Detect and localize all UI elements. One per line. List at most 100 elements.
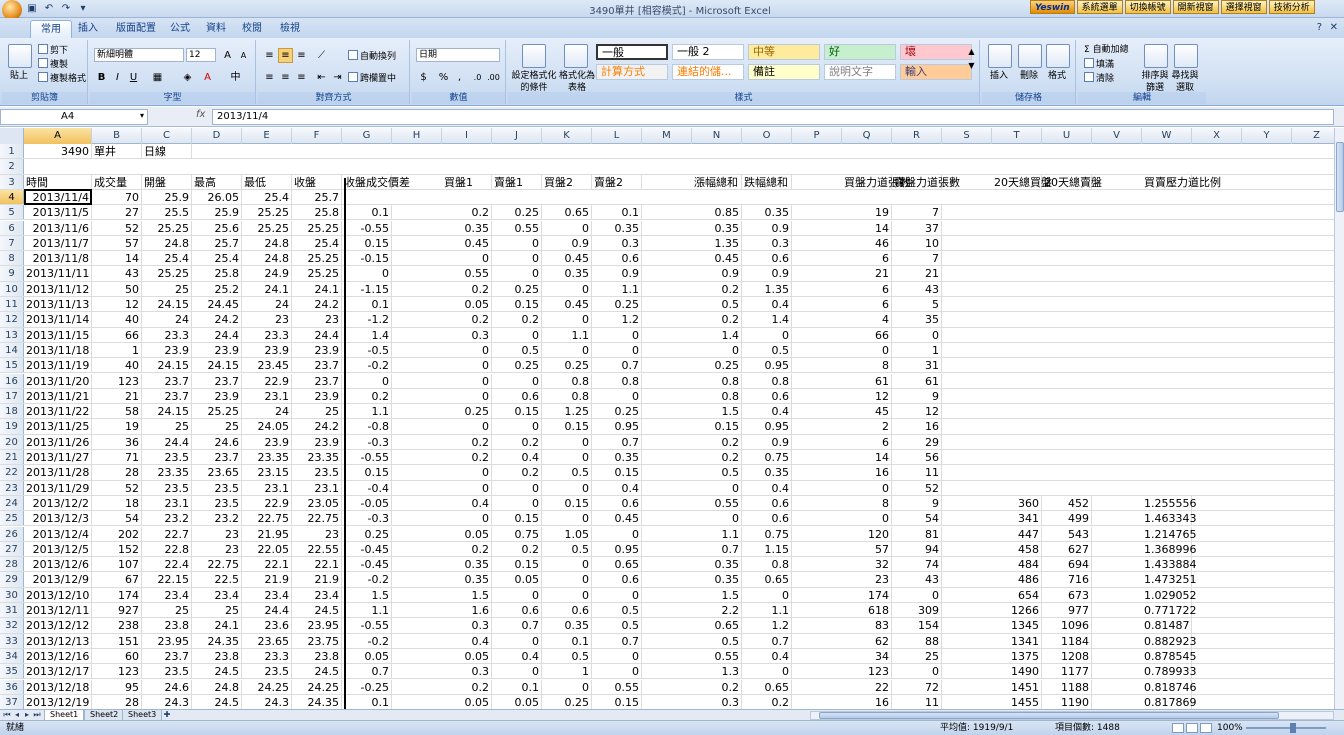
cell-i28[interactable]: 0.35 <box>442 557 492 572</box>
cell-l8[interactable]: 0.6 <box>592 251 642 266</box>
cell-q19[interactable]: 2 <box>842 419 892 434</box>
cell-w29[interactable]: 1.473251 <box>1142 572 1197 587</box>
phonetic-icon[interactable]: 中 <box>228 70 243 85</box>
cell-style-7[interactable]: 備註 <box>748 64 820 80</box>
format-cells-button[interactable]: 格式 <box>1048 70 1066 82</box>
cell-o27[interactable]: 1.15 <box>742 541 792 557</box>
row-header[interactable]: 28 <box>0 557 24 572</box>
cell-g17[interactable]: 0.2 <box>342 388 392 404</box>
cell-c29[interactable]: 22.15 <box>142 572 192 587</box>
cell-t25[interactable]: 341 <box>992 511 1042 526</box>
cell-f14[interactable]: 23.9 <box>292 342 342 358</box>
cell-r27[interactable]: 94 <box>892 541 942 557</box>
cell-j33[interactable]: 0 <box>492 633 542 648</box>
cell-i6[interactable]: 0.35 <box>442 220 492 235</box>
cell-u31[interactable]: 977 <box>1042 603 1092 618</box>
office-button[interactable] <box>2 0 22 20</box>
cell-e28[interactable]: 22.1 <box>242 557 292 572</box>
align-center-icon[interactable]: ≡ <box>278 70 293 85</box>
cell-d3[interactable]: 最高 <box>192 174 242 189</box>
column-header-b[interactable]: B <box>92 128 142 144</box>
row-header[interactable]: 2 <box>0 159 24 174</box>
cell-b31[interactable]: 927 <box>92 603 142 618</box>
cell-c23[interactable]: 23.5 <box>142 480 192 495</box>
cell-e11[interactable]: 24 <box>242 297 292 312</box>
cell-d4[interactable]: 26.05 <box>192 189 242 205</box>
cell-a19[interactable]: 2013/11/25 <box>24 419 92 434</box>
cell-e35[interactable]: 23.5 <box>242 664 292 679</box>
fill-button[interactable]: 填滿 <box>1084 58 1114 71</box>
cell-g22[interactable]: 0.15 <box>342 465 392 480</box>
row-header[interactable]: 34 <box>0 648 24 664</box>
cell-a33[interactable]: 2013/12/13 <box>24 633 92 648</box>
tab-formulas[interactable]: 公式 <box>160 20 200 38</box>
row-header[interactable]: 24 <box>0 495 24 511</box>
zoom-slider-knob[interactable] <box>1290 723 1296 733</box>
cell-k28[interactable]: 0 <box>542 557 592 572</box>
cell-j34[interactable]: 0.4 <box>492 648 542 664</box>
cell-l30[interactable]: 0 <box>592 587 642 602</box>
cell-j28[interactable]: 0.15 <box>492 557 542 572</box>
cell-g37[interactable]: 0.1 <box>342 694 392 709</box>
cell-c30[interactable]: 23.4 <box>142 587 192 602</box>
cell-e15[interactable]: 23.45 <box>242 358 292 373</box>
cell-t34[interactable]: 1375 <box>992 648 1042 664</box>
cell-q32[interactable]: 83 <box>842 618 892 633</box>
column-header-g[interactable]: G <box>342 128 392 144</box>
cell-j10[interactable]: 0.25 <box>492 281 542 296</box>
cell-j12[interactable]: 0.2 <box>492 312 542 327</box>
column-header-n[interactable]: N <box>692 128 742 144</box>
cell-b1[interactable]: 單井 <box>92 144 142 159</box>
cell-u37[interactable]: 1190 <box>1042 694 1092 709</box>
cell-i19[interactable]: 0 <box>442 419 492 434</box>
cell-c19[interactable]: 25 <box>142 419 192 434</box>
cell-k20[interactable]: 0 <box>542 434 592 449</box>
cell-n14[interactable]: 0 <box>692 342 742 358</box>
cell-e13[interactable]: 23.3 <box>242 327 292 342</box>
cell-w28[interactable]: 1.433884 <box>1142 557 1197 572</box>
tab-data[interactable]: 資料 <box>196 20 236 38</box>
cell-q25[interactable]: 0 <box>842 511 892 526</box>
tab-view[interactable]: 檢視 <box>270 20 310 38</box>
cell-q13[interactable]: 66 <box>842 327 892 342</box>
cell-o18[interactable]: 0.4 <box>742 404 792 419</box>
name-box-dropdown-icon[interactable]: ▾ <box>140 111 144 120</box>
cell-b10[interactable]: 50 <box>92 281 142 296</box>
cell-f37[interactable]: 24.35 <box>292 694 342 709</box>
cell-g24[interactable]: -0.05 <box>342 495 392 511</box>
cell-c24[interactable]: 23.1 <box>142 495 192 511</box>
zoom-slider[interactable] <box>1246 727 1326 729</box>
cell-i10[interactable]: 0.2 <box>442 281 492 296</box>
cell-k14[interactable]: 0 <box>542 342 592 358</box>
save-icon[interactable]: ▣ <box>25 2 39 16</box>
cell-b30[interactable]: 174 <box>92 587 142 602</box>
cell-j17[interactable]: 0.6 <box>492 388 542 404</box>
cell-q9[interactable]: 21 <box>842 266 892 281</box>
conditional-format-button[interactable]: 設定格式化的條件 <box>510 70 558 94</box>
cell-f6[interactable]: 25.25 <box>292 220 342 235</box>
row-header[interactable]: 37 <box>0 694 24 709</box>
cell-c27[interactable]: 22.8 <box>142 541 192 557</box>
column-header-m[interactable]: M <box>642 128 692 144</box>
cell-d29[interactable]: 22.5 <box>192 572 242 587</box>
cell-i13[interactable]: 0.3 <box>442 327 492 342</box>
cell-style-1[interactable]: 一般 2 <box>672 44 744 60</box>
cell-r3[interactable]: 賣盤力道張數 <box>892 174 960 189</box>
cell-q31[interactable]: 618 <box>842 603 892 618</box>
cell-n27[interactable]: 0.7 <box>692 541 742 557</box>
cell-l7[interactable]: 0.3 <box>592 235 642 251</box>
cell-r35[interactable]: 0 <box>892 664 942 679</box>
cell-i9[interactable]: 0.55 <box>442 266 492 281</box>
cell-g28[interactable]: -0.45 <box>342 557 392 572</box>
row-header[interactable]: 22 <box>0 465 24 480</box>
cell-a21[interactable]: 2013/11/27 <box>24 450 92 465</box>
delete-cells-button[interactable]: 刪除 <box>1020 70 1038 82</box>
cell-r9[interactable]: 21 <box>892 266 942 281</box>
cell-d17[interactable]: 23.9 <box>192 388 242 404</box>
cell-g12[interactable]: -1.2 <box>342 312 392 327</box>
cell-b11[interactable]: 12 <box>92 297 142 312</box>
align-top-icon[interactable]: ≡ <box>262 48 277 63</box>
cell-j3[interactable]: 賣盤1 <box>492 174 542 189</box>
cell-l14[interactable]: 0 <box>592 342 642 358</box>
cell-f7[interactable]: 25.4 <box>292 235 342 251</box>
